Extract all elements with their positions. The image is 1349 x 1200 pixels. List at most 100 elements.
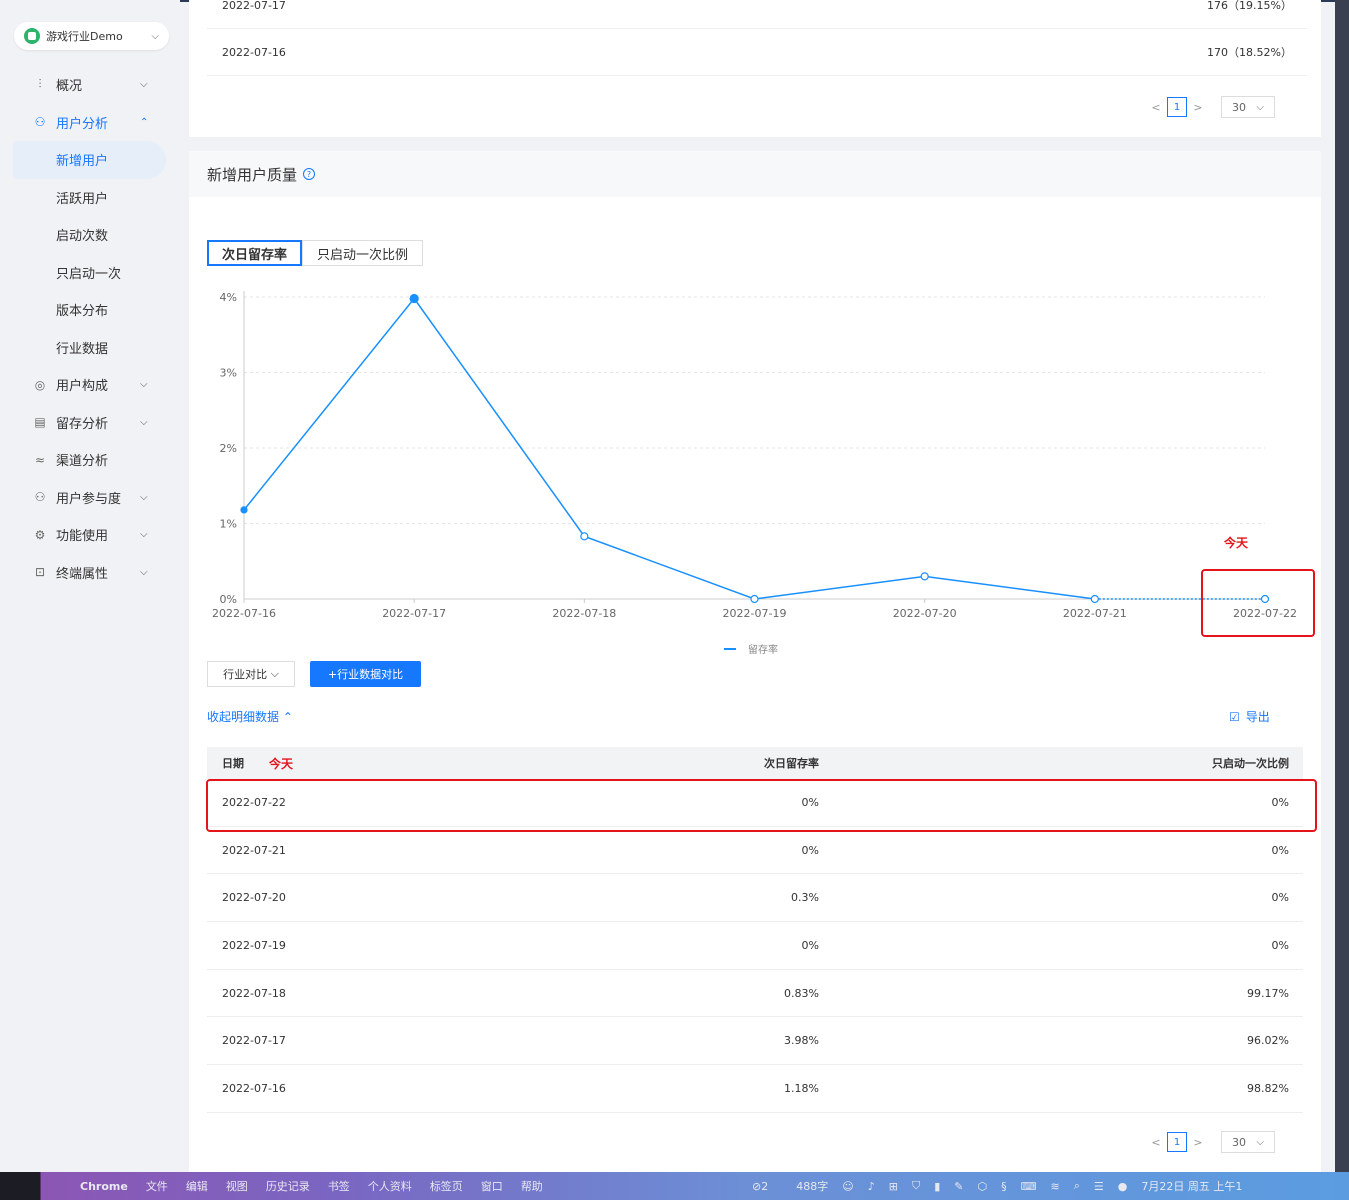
shield-icon[interactable]: ⛉ bbox=[912, 1179, 920, 1193]
mic-icon[interactable]: ♪ bbox=[868, 1180, 875, 1193]
menu-app[interactable]: Chrome bbox=[80, 1180, 128, 1193]
datetime: 7月22日 周五 上午1 bbox=[1141, 1180, 1243, 1193]
chevron-down-icon: ⌵ bbox=[140, 79, 148, 91]
nav-sub-active-users[interactable]: 活跃用户 bbox=[0, 179, 180, 217]
app-selector[interactable]: 游戏行业Demo ⌵ bbox=[14, 22, 169, 50]
table-row: 2022-07-17 3.98% 96.02% bbox=[207, 1017, 1303, 1066]
nav-item-device[interactable]: ⊡ 终端属性 ⌵ bbox=[0, 554, 180, 592]
row-retention: 0% bbox=[801, 938, 819, 952]
export-button[interactable]: ☑ 导出 bbox=[1229, 708, 1270, 725]
nav-sub-launch-once[interactable]: 只启动一次 bbox=[0, 254, 180, 292]
table-row: 2022-07-16 1.18% 98.82% bbox=[207, 1065, 1303, 1113]
prev-page-button[interactable]: < bbox=[1149, 1136, 1163, 1149]
page-1-button[interactable]: 1 bbox=[1167, 97, 1187, 117]
nav-sub-industry[interactable]: 行业数据 bbox=[0, 329, 180, 367]
control-center-icon[interactable]: ☰ bbox=[1094, 1180, 1104, 1193]
window-edge bbox=[1335, 0, 1349, 1172]
chevron-down-icon: ⌵ bbox=[140, 416, 148, 428]
row-retention: 0% bbox=[801, 843, 819, 857]
prev-page-button[interactable]: < bbox=[1149, 101, 1163, 114]
nav-label: 终端属性 bbox=[56, 566, 109, 582]
table-row: 2022-07-20 0.3% 0% bbox=[207, 874, 1303, 923]
next-page-button[interactable]: > bbox=[1191, 101, 1205, 114]
x-tick-label: 2022-07-21 bbox=[1063, 607, 1127, 620]
row-retention: 0.83% bbox=[784, 986, 819, 1000]
emoji-icon[interactable]: ☺ bbox=[842, 1180, 853, 1193]
x-tick-label: 2022-07-18 bbox=[552, 607, 616, 620]
page-size-value: 30 bbox=[1232, 100, 1246, 114]
y-tick-label: 4% bbox=[220, 291, 237, 304]
nav-sub-version[interactable]: 版本分布 bbox=[0, 291, 180, 329]
menu-history[interactable]: 历史记录 bbox=[266, 1178, 310, 1194]
menu-help[interactable]: 帮助 bbox=[521, 1178, 543, 1194]
siri-icon[interactable]: ● bbox=[1118, 1180, 1128, 1193]
collapse-details-link[interactable]: 收起明细数据 ⌃ bbox=[207, 708, 293, 725]
export-label: 导出 bbox=[1245, 710, 1270, 724]
nav-item-user-composition[interactable]: ◎ 用户构成 ⌵ bbox=[0, 366, 180, 404]
next-page-button[interactable]: > bbox=[1191, 1136, 1205, 1149]
help-icon[interactable]: ? bbox=[303, 168, 316, 180]
sidebar: 游戏行业Demo ⌵ ⫶ 概况 ⌵ ⚇ 用户分析 ⌃ 新增用户 活跃用户 启动次… bbox=[0, 0, 180, 1172]
sidebar-nav: ⫶ 概况 ⌵ ⚇ 用户分析 ⌃ 新增用户 活跃用户 启动次数 只启动一次 版本分… bbox=[0, 66, 180, 591]
android-logo-icon bbox=[24, 28, 40, 44]
compare-label: 行业对比 bbox=[223, 668, 268, 681]
page-1-button[interactable]: 1 bbox=[1167, 1132, 1187, 1152]
legend-label: 留存率 bbox=[748, 645, 778, 656]
tab-next-day-retention[interactable]: 次日留存率 bbox=[207, 240, 303, 266]
device-icon: ⊡ bbox=[34, 565, 46, 580]
nav-item-feature-usage[interactable]: ⚙ 功能使用 ⌵ bbox=[0, 516, 180, 554]
new-user-quality-card: 新增用户质量 ? 次日留存率 只启动一次比例 0% 1% 2% 3% 4% 2022-07… bbox=[189, 151, 1321, 1172]
wifi-icon[interactable]: ≋ bbox=[1050, 1180, 1059, 1193]
page-size-select[interactable]: 30 ⌵ bbox=[1221, 96, 1275, 118]
metric-tabs: 次日留存率 只启动一次比例 bbox=[207, 240, 424, 266]
pen-icon[interactable]: ✎ bbox=[954, 1180, 963, 1193]
nav-item-overview[interactable]: ⫶ 概况 ⌵ bbox=[0, 66, 180, 104]
input-method-icon[interactable]: ⊞ bbox=[889, 1180, 898, 1193]
tray-count: 2 bbox=[761, 1179, 769, 1193]
row-launch-once: 0% bbox=[1271, 843, 1289, 857]
today-annotation: 今天 bbox=[269, 756, 294, 771]
add-industry-compare-button[interactable]: +行业数据对比 bbox=[310, 661, 421, 687]
chevron-down-icon: ⌵ bbox=[1256, 101, 1264, 113]
s-icon[interactable]: § bbox=[1001, 1180, 1007, 1193]
menu-items: Chrome 文件 编辑 视图 历史记录 书签 个人资料 标签页 窗口 帮助 bbox=[60, 1178, 561, 1194]
notification-icon[interactable]: ⊘2 bbox=[752, 1180, 782, 1193]
channel-icon: ≈ bbox=[34, 452, 46, 467]
row-retention: 3.98% bbox=[784, 1034, 819, 1048]
nav-item-retention[interactable]: ▤ 留存分析 ⌵ bbox=[0, 404, 180, 442]
hex-icon[interactable]: ⬡ bbox=[977, 1180, 987, 1193]
page-size-select[interactable]: 30 ⌵ bbox=[1221, 1131, 1275, 1153]
row-retention: 1.18% bbox=[784, 1081, 819, 1095]
chevron-up-icon: ⌃ bbox=[140, 116, 149, 128]
row-date: 2022-07-21 bbox=[222, 843, 286, 857]
nav-item-engagement[interactable]: ⚇ 用户参与度 ⌵ bbox=[0, 479, 180, 517]
menu-window[interactable]: 窗口 bbox=[481, 1178, 503, 1194]
tab-launch-once-ratio[interactable]: 只启动一次比例 bbox=[302, 240, 424, 266]
menu-profile[interactable]: 个人资料 bbox=[368, 1178, 412, 1194]
series-line bbox=[243, 297, 1095, 600]
legend-swatch bbox=[724, 647, 736, 650]
battery-icon[interactable]: ▮ bbox=[934, 1180, 940, 1193]
nav-item-channel[interactable]: ≈ 渠道分析 bbox=[0, 441, 180, 479]
chevron-down-icon: ⌵ bbox=[140, 491, 148, 503]
nav-label: 用户参与度 bbox=[56, 491, 122, 507]
y-tick-label: 3% bbox=[220, 367, 237, 380]
menu-bookmarks[interactable]: 书签 bbox=[328, 1178, 350, 1194]
menu-edit[interactable]: 编辑 bbox=[186, 1178, 208, 1194]
nav-sub-launches[interactable]: 启动次数 bbox=[0, 216, 180, 254]
chevron-down-icon: ⌵ bbox=[1256, 1136, 1264, 1148]
keyboard-icon[interactable]: ⌨ bbox=[1021, 1180, 1037, 1193]
menu-view[interactable]: 视图 bbox=[226, 1178, 248, 1194]
system-tray: ⊘2 488字 ☺ ♪ ⊞ ⛉ ▮ ✎ ⬡ § ⌨ ≋ ⌕ ☰ ● 7月22日 … bbox=[752, 1178, 1256, 1194]
data-point bbox=[580, 532, 589, 541]
search-icon[interactable]: ⌕ bbox=[1074, 1179, 1080, 1193]
nav-item-user-analysis[interactable]: ⚇ 用户分析 ⌃ bbox=[0, 104, 180, 142]
menu-file[interactable]: 文件 bbox=[146, 1178, 168, 1194]
x-tick-label: 2022-07-17 bbox=[382, 607, 446, 620]
nav-sub-new-users[interactable]: 新增用户 bbox=[13, 141, 166, 179]
menu-bar: Chrome 文件 编辑 视图 历史记录 书签 个人资料 标签页 窗口 帮助 ⊘… bbox=[0, 1172, 1349, 1200]
row-date: 2022-07-17 bbox=[222, 0, 286, 12]
industry-compare-dropdown[interactable]: 行业对比 ⌵ bbox=[207, 661, 295, 687]
retention-icon: ▤ bbox=[34, 415, 46, 430]
menu-tabs[interactable]: 标签页 bbox=[430, 1178, 463, 1194]
